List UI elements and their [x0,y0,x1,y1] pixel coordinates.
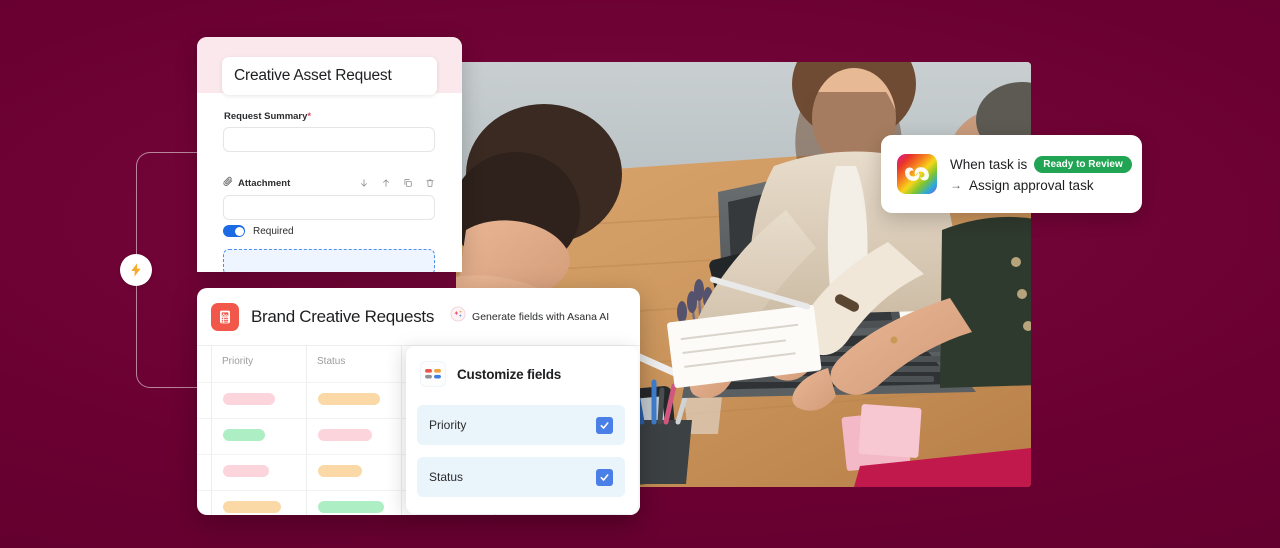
request-summary-input[interactable] [223,127,435,152]
brand-card-title: Brand Creative Requests [251,306,435,326]
automation-trigger-text: When task is [950,156,1028,172]
automation-action-line: → Assign approval task [950,178,1132,193]
cell-priority-pill [223,393,275,405]
cell-status-pill [318,429,372,441]
customize-fields-panel: Customize fields Priority Status [406,346,638,514]
adobe-creative-cloud-icon [897,154,937,194]
automation-trigger-line: When task is Ready to Review [950,155,1132,173]
automation-rule-text: When task is Ready to Review → Assign ap… [950,155,1132,193]
customize-field-label: Status [429,470,464,484]
required-toggle[interactable] [223,225,245,237]
generate-fields-label: Generate fields with Asana AI [472,310,610,323]
cell-priority-pill [223,465,269,477]
duplicate-icon[interactable] [403,178,413,188]
customize-field-row-status[interactable]: Status [417,457,625,497]
cell-priority-pill [223,501,281,513]
priority-field-checkbox[interactable] [596,416,613,434]
request-summary-label: Request Summary* [224,111,311,122]
form-title-text: Creative Asset Request [234,67,392,84]
customize-fields-header: Customize fields [406,346,638,387]
customize-field-label: Priority [429,418,467,432]
form-document-icon [211,302,239,331]
ai-sparkle-icon [450,306,466,327]
customize-fields-title: Customize fields [457,366,562,382]
form-title-field[interactable]: Creative Asset Request [222,57,437,95]
brand-card-header: Brand Creative Requests Generate fields … [197,288,640,345]
attachment-row-actions [359,178,435,188]
status-badge: Ready to Review [1034,155,1132,173]
lightning-bolt-icon [120,254,152,286]
cell-priority-pill [223,429,265,441]
field-grid-icon [420,361,446,387]
status-field-checkbox[interactable] [596,468,613,486]
required-toggle-row[interactable]: Required [223,225,294,237]
cell-status-pill [318,393,380,405]
column-header-status[interactable]: Status [317,356,345,367]
hero-stage: asana [0,0,1280,548]
generate-fields-with-ai-button[interactable]: Generate fields with Asana AI [450,306,609,327]
arrow-right-icon: → [950,178,962,192]
required-asterisk: * [307,111,312,122]
automation-rule-card: When task is Ready to Review → Assign ap… [881,135,1142,213]
creative-asset-request-form-card: Creative Asset Request Request Summary* … [197,37,462,272]
cell-status-pill [318,501,384,513]
column-header-priority[interactable]: Priority [222,356,253,367]
required-toggle-label: Required [253,225,294,237]
attachment-label: Attachment [238,177,291,189]
automation-action-text: Assign approval task [969,177,1094,193]
attachment-field-row: Attachment [223,175,435,191]
request-summary-label-text: Request Summary [224,111,308,122]
customize-field-row-priority[interactable]: Priority [417,405,625,445]
paperclip-icon [223,174,233,192]
cell-status-pill [318,465,362,477]
field-dropzone[interactable] [223,249,435,272]
attachment-input[interactable] [223,195,435,220]
delete-icon[interactable] [425,178,435,188]
move-down-icon[interactable] [359,178,369,188]
move-up-icon[interactable] [381,178,391,188]
